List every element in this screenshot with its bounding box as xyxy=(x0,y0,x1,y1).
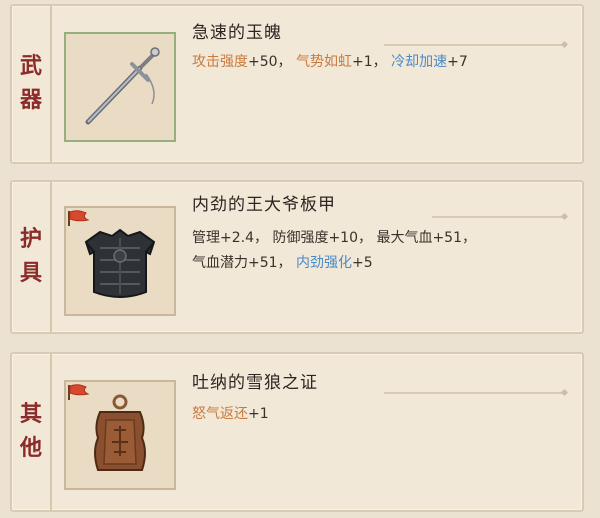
stat-value: +5 xyxy=(352,255,373,271)
category-char: 他 xyxy=(19,436,42,461)
stat-name: 怒气返还 xyxy=(192,406,248,422)
category-label-other: 其 他 xyxy=(12,354,52,510)
stat-value: +51， xyxy=(248,255,292,271)
stat-name: 管理 xyxy=(192,230,220,246)
item-slot-other[interactable] xyxy=(64,380,176,490)
category-char: 器 xyxy=(19,88,42,113)
stat-value: +1 xyxy=(248,406,269,422)
category-label-armor: 护 具 xyxy=(12,182,52,332)
stat-line: 怒气返还+1 xyxy=(192,402,269,427)
armor-panel: 护 具 内劲的王大爷板甲 管理+2.4， 防御强度+10， 最大气血+51， 气… xyxy=(10,180,584,334)
stat-value: +51， xyxy=(432,230,476,246)
stat-name: 内劲强化 xyxy=(296,255,352,271)
weapon-panel: 武 器 急速的玉魄 攻击强度+50， 气势如虹+1， 冷却加速+7 xyxy=(10,4,584,164)
item-title: 内劲的王大爷板甲 xyxy=(192,195,336,215)
flag-badge-icon xyxy=(68,210,90,226)
stat-name: 最大气血 xyxy=(376,230,433,246)
category-char: 护 xyxy=(19,227,42,252)
item-slot-weapon[interactable] xyxy=(64,32,176,142)
category-char: 武 xyxy=(19,54,42,79)
stat-value: +10， xyxy=(328,230,372,246)
flag-badge-icon xyxy=(68,384,90,400)
item-stats: 怒气返还+1 xyxy=(192,402,269,427)
title-divider xyxy=(384,44,564,46)
stat-value: +7 xyxy=(447,54,468,70)
stat-line: 管理+2.4， 防御强度+10， 最大气血+51， xyxy=(192,226,476,251)
stat-line: 攻击强度+50， 气势如虹+1， 冷却加速+7 xyxy=(192,50,468,75)
title-divider xyxy=(432,216,564,218)
item-slot-armor[interactable] xyxy=(64,206,176,316)
title-divider xyxy=(384,392,564,394)
category-char: 其 xyxy=(19,402,42,427)
stat-value: +1， xyxy=(352,54,387,70)
category-label-weapon: 武 器 xyxy=(12,6,52,162)
stat-name: 攻击强度 xyxy=(192,54,248,70)
item-stats: 攻击强度+50， 气势如虹+1， 冷却加速+7 xyxy=(192,50,468,75)
category-char: 具 xyxy=(19,261,42,286)
stat-name: 冷却加速 xyxy=(391,54,448,70)
stat-name: 防御强度 xyxy=(272,230,329,246)
stat-value: +2.4， xyxy=(220,230,268,246)
stat-line: 气血潜力+51， 内劲强化+5 xyxy=(192,251,476,276)
stat-value: +50， xyxy=(248,54,292,70)
other-panel: 其 他 吐纳的雪狼之证 怒气返还+1 xyxy=(10,352,584,512)
stat-name: 气势如虹 xyxy=(296,54,352,70)
item-title: 吐纳的雪狼之证 xyxy=(192,373,318,393)
stat-name: 气血潜力 xyxy=(192,255,248,271)
dagger-icon xyxy=(85,47,160,125)
item-title: 急速的玉魄 xyxy=(192,23,282,43)
item-stats: 管理+2.4， 防御强度+10， 最大气血+51， 气血潜力+51， 内劲强化+… xyxy=(192,226,476,276)
